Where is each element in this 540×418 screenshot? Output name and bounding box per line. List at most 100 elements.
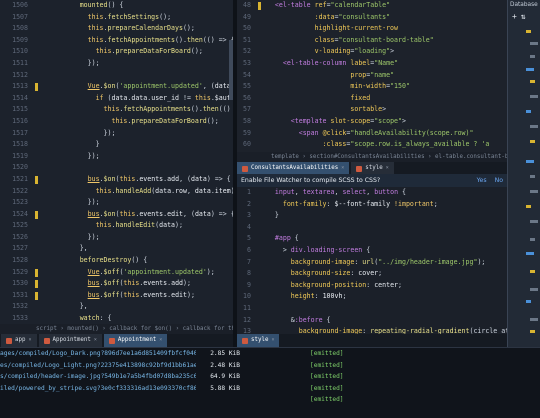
code-line[interactable]: 6 > div.loading-screen { bbox=[237, 245, 507, 257]
code-line[interactable]: 1529 Vue.$off('appointment.updated'); bbox=[0, 267, 233, 279]
code-line[interactable]: 1507 this.fetchSettings(); bbox=[0, 12, 233, 24]
left-editor-tab[interactable]: app × bbox=[1, 334, 37, 347]
code-line[interactable]: 48 <el-table ref="calendarTable" bbox=[237, 0, 507, 12]
code-line[interactable]: 57 sortable> bbox=[237, 104, 507, 116]
left-editor-tab[interactable]: Appointment × bbox=[103, 334, 168, 347]
code-line[interactable]: 1530 bus.$off(this.events.add); bbox=[0, 278, 233, 290]
right-bottom-editor-lines: 1 input, textarea, select, button {2 fon… bbox=[237, 187, 507, 334]
code-line[interactable]: 1520 bbox=[0, 162, 233, 174]
line-number: 58 bbox=[243, 116, 251, 125]
code-line[interactable]: 1510 this.prepareDataForBoard(); bbox=[0, 46, 233, 58]
line-number: 50 bbox=[243, 24, 251, 33]
code-line[interactable]: 7 background-image: url("../img/header-i… bbox=[237, 257, 507, 269]
close-icon[interactable]: × bbox=[28, 334, 31, 347]
line-number: 7 bbox=[247, 257, 251, 266]
change-marker bbox=[257, 291, 263, 303]
left-code-editor[interactable]: 1506 mounted() {1507 this.fetchSettings(… bbox=[0, 0, 233, 332]
code-line[interactable]: 1506 mounted() { bbox=[0, 0, 233, 12]
database-tool-label[interactable]: Database bbox=[510, 2, 538, 8]
code-line[interactable]: 1519 }); bbox=[0, 151, 233, 163]
code-line[interactable]: 1 input, textarea, select, button { bbox=[237, 187, 507, 199]
code-text: background-size: cover; bbox=[290, 269, 383, 278]
close-icon[interactable]: × bbox=[159, 334, 162, 347]
line-number: 1519 bbox=[12, 151, 28, 160]
database-sidebar[interactable]: Database + ⇅ bbox=[507, 0, 540, 347]
code-line[interactable]: 3 } bbox=[237, 210, 507, 222]
right-bottom-code-editor[interactable]: 1 input, textarea, select, button {2 fon… bbox=[237, 187, 507, 334]
code-line[interactable]: 1526 }); bbox=[0, 232, 233, 244]
code-line[interactable]: 53 <el-table-column label="Name" bbox=[237, 58, 507, 70]
asset-path: es/compiled/Logo_Light.png?22375e413898c… bbox=[0, 361, 196, 369]
code-line[interactable]: 56 fixed bbox=[237, 93, 507, 105]
code-line[interactable]: 51 class="consultant-board-table" bbox=[237, 35, 507, 47]
code-line[interactable]: 1517 }); bbox=[0, 128, 233, 140]
code-line[interactable]: 9 background-position: center; bbox=[237, 280, 507, 292]
code-line[interactable]: 4 bbox=[237, 222, 507, 234]
minimap-marker bbox=[530, 42, 538, 45]
code-line[interactable]: 5 #app { bbox=[237, 233, 507, 245]
code-line[interactable]: 1516 this.prepareDataForBoard(); bbox=[0, 116, 233, 128]
code-line[interactable]: 2 font-family: $--font-family !important… bbox=[237, 199, 507, 211]
code-line[interactable]: 49 :data="consultants" bbox=[237, 12, 507, 24]
code-line[interactable]: 1531 bus.$off(this.events.edit); bbox=[0, 290, 233, 302]
close-icon[interactable]: × bbox=[271, 334, 274, 347]
left-editor-tab[interactable]: Appointment × bbox=[38, 334, 102, 347]
file-watcher-no-link[interactable]: No bbox=[495, 177, 503, 184]
code-line[interactable]: 59 <span @click="handleAvailability(scop… bbox=[237, 128, 507, 140]
code-line[interactable]: 1533 watch: { bbox=[0, 313, 233, 325]
left-breadcrumb[interactable]: script › mounted() › callback for $on() … bbox=[0, 324, 249, 334]
code-line[interactable]: 1513 Vue.$on('appointment.updated', (dat… bbox=[0, 81, 233, 93]
right-top-breadcrumb[interactable]: template › section#ConsultantsAvailabili… bbox=[237, 152, 540, 162]
code-line[interactable]: 60 :class="scope.row.is_always_available… bbox=[237, 139, 507, 151]
right-top-editor-lines: 48 <el-table ref="calendarTable" 49 :data… bbox=[237, 0, 507, 152]
code-line[interactable]: 1518 } bbox=[0, 139, 233, 151]
code-line[interactable]: 1508 this.prepareCalendarDays(); bbox=[0, 23, 233, 35]
code-line[interactable]: 13 background-image: repeating-radial-gr… bbox=[237, 326, 507, 334]
tab-label: Appointment bbox=[52, 337, 91, 343]
code-line[interactable]: 1515 this.fetchAppointments().then(() =>… bbox=[0, 104, 233, 116]
file-type-icon bbox=[108, 337, 115, 344]
code-line[interactable]: 11 bbox=[237, 303, 507, 315]
code-line[interactable]: 1523 }); bbox=[0, 197, 233, 209]
code-line[interactable]: 12 &:before { bbox=[237, 315, 507, 327]
right-bottom-lower-tab[interactable]: style × bbox=[237, 334, 280, 347]
code-line[interactable]: 1525 this.handleEdit(data); bbox=[0, 220, 233, 232]
sort-icon[interactable]: ⇅ bbox=[521, 12, 526, 21]
terminal-panel[interactable]: ages/compiled/Logo_Dark.png?896d7ee1a6d8… bbox=[0, 347, 540, 418]
code-line[interactable]: 55 min-width="150" bbox=[237, 81, 507, 93]
code-line[interactable]: 1521 bus.$on(this.events.add, (data) => … bbox=[0, 174, 233, 186]
asset-status: [emitted] bbox=[310, 361, 344, 369]
code-line[interactable]: 58 <template slot-scope="scope"> bbox=[237, 116, 507, 128]
change-marker bbox=[257, 326, 263, 334]
code-line[interactable]: 1532 }, bbox=[0, 301, 233, 313]
code-line[interactable]: 1512 bbox=[0, 70, 233, 82]
code-line[interactable]: 1514 if (data.data.user_id != this.$auth… bbox=[0, 93, 233, 105]
code-line[interactable]: 1524 bus.$on(this.events.edit, (data) =>… bbox=[0, 209, 233, 221]
file-watcher-yes-link[interactable]: Yes bbox=[477, 177, 487, 184]
code-line[interactable]: 52 v-loading="loading"> bbox=[237, 46, 507, 58]
code-line[interactable]: 54 prop="name" bbox=[237, 70, 507, 82]
line-number: 1517 bbox=[12, 128, 28, 137]
change-marker bbox=[257, 93, 263, 105]
code-line[interactable]: 1528 beforeDestroy() { bbox=[0, 255, 233, 267]
minimap-marker bbox=[530, 175, 535, 178]
right-top-code-editor[interactable]: 48 <el-table ref="calendarTable" 49 :data… bbox=[237, 0, 507, 152]
add-icon[interactable]: + bbox=[512, 12, 517, 21]
code-line[interactable]: 10 height: 100vh; bbox=[237, 291, 507, 303]
line-number: 1523 bbox=[12, 198, 28, 207]
change-marker bbox=[34, 290, 40, 302]
code-line[interactable]: 1527 }, bbox=[0, 243, 233, 255]
change-marker bbox=[257, 257, 263, 269]
code-line[interactable]: 1522 this.handleAdd(data.row, data.item)… bbox=[0, 186, 233, 198]
terminal-row: ages/compiled/Logo_Dark.png?896d7ee1a6d8… bbox=[0, 348, 540, 360]
file-type-icon bbox=[356, 165, 363, 172]
change-marker bbox=[257, 187, 263, 199]
close-icon[interactable]: × bbox=[94, 334, 97, 347]
code-line[interactable]: 1511 }); bbox=[0, 58, 233, 70]
code-text: this.fetchAppointments().then(() => { bbox=[103, 105, 231, 114]
code-line[interactable]: 8 background-size: cover; bbox=[237, 268, 507, 280]
code-line[interactable]: 1509 this.fetchAppointments().then(() =>… bbox=[0, 35, 233, 47]
code-line[interactable]: 50 highlight-current-row bbox=[237, 23, 507, 35]
